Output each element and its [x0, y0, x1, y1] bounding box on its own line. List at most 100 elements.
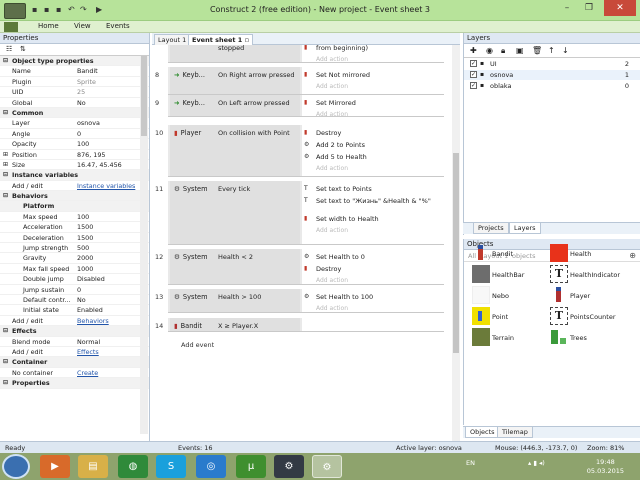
property-row[interactable]: Global No	[0, 98, 149, 108]
clock[interactable]: 19:48 05.03.2015	[587, 458, 624, 476]
sort-az-icon[interactable]: ⇅	[20, 45, 26, 53]
event-condition[interactable]: ➜ Keyb... On Right arrow pressed	[170, 67, 300, 94]
action-item[interactable]: from beginning)	[316, 45, 368, 52]
layer-row[interactable]: ✓ ▪ osnova 1	[464, 70, 640, 80]
delete-layer-icon[interactable]: 🗑︎	[532, 46, 542, 55]
property-row[interactable]: ⊞ Position 876, 195	[0, 150, 149, 160]
property-row[interactable]: ⊞ Size 16.47, 45.456	[0, 160, 149, 171]
properties-scrollbar[interactable]	[140, 56, 148, 434]
app-icon[interactable]: ◎	[196, 455, 226, 478]
event-block[interactable]: 12 ⚙ System Health < 2 ⚙ Set Health to 0 ▮ Dest…	[155, 249, 444, 285]
event-block[interactable]: 13 ⚙ System Health > 100 ⚙ Set Health to 100 A…	[155, 289, 444, 313]
add-action-link[interactable]: Add action	[316, 305, 348, 312]
add-event-link[interactable]: Add event	[181, 341, 214, 349]
lock-icon[interactable]: ▪	[480, 59, 484, 69]
action-item[interactable]: Destroy	[316, 129, 341, 137]
event-block[interactable]: 9 ➜ Keyb... On Left arrow pressed ▮ Set Mirro…	[155, 95, 444, 118]
close-button[interactable]: ✕	[604, 0, 636, 16]
event-condition[interactable]: stopped	[170, 45, 300, 62]
add-layer-icon[interactable]: ✚	[470, 46, 477, 55]
property-row[interactable]: Plugin Sprite	[0, 77, 149, 88]
property-row[interactable]: No container Create	[0, 368, 149, 379]
tab-event-sheet-1[interactable]: Event sheet 1 ▫	[188, 34, 253, 45]
start-button[interactable]	[2, 454, 30, 479]
property-value[interactable]: 100	[77, 139, 89, 149]
property-value[interactable]: osnova	[77, 118, 100, 128]
property-value[interactable]: 100	[77, 212, 89, 222]
event-condition[interactable]: ➜ Keyb... On Left arrow pressed	[170, 95, 300, 116]
action-item[interactable]: Destroy	[316, 265, 341, 273]
event-condition[interactable]: ⚙ System Health < 2	[170, 249, 300, 284]
event-block[interactable]: 10 ▮ Player On collision with Point ▮ Destroy…	[155, 125, 444, 177]
property-value[interactable]: 500	[77, 243, 89, 253]
event-sheet-scrollbar[interactable]	[452, 45, 460, 441]
property-row[interactable]: Add / edit Effects	[0, 347, 149, 358]
property-row[interactable]: Layer osnova	[0, 118, 149, 129]
steam-icon[interactable]: ⚙	[274, 455, 304, 478]
property-row[interactable]: Default contr... No	[0, 295, 149, 306]
property-section[interactable]: Platform	[0, 201, 149, 212]
language-indicator[interactable]: EN	[466, 459, 475, 467]
property-row[interactable]: UID 25	[0, 87, 149, 98]
property-value[interactable]: Create	[77, 368, 98, 378]
tab-layers[interactable]: Layers	[509, 223, 541, 234]
property-value[interactable]: Enabled	[77, 305, 103, 315]
eye-icon[interactable]: ◉	[486, 46, 493, 55]
action-item[interactable]: Set Not mirrored	[316, 71, 370, 79]
lock-icon[interactable]: ▪	[480, 70, 484, 80]
action-item[interactable]: Set width to Health	[316, 215, 379, 223]
collapse-icon[interactable]: ⊟	[3, 108, 8, 118]
action-item[interactable]: Set text to Points	[316, 185, 372, 193]
property-row[interactable]: Deceleration 1500	[0, 233, 149, 244]
restore-button[interactable]: ❐	[578, 0, 600, 16]
tab-objects[interactable]: Objects	[465, 427, 500, 438]
event-block[interactable]: 8 ➜ Keyb... On Right arrow pressed ▮ Set Not …	[155, 67, 444, 95]
collapse-icon[interactable]: ⊟	[3, 56, 8, 66]
property-value[interactable]: No	[77, 295, 86, 305]
lock-all-icon[interactable]: ▣	[516, 46, 524, 55]
add-action-link[interactable]: Add action	[316, 277, 348, 284]
object-item[interactable]: Trees	[544, 328, 629, 348]
expand-icon[interactable]: ⊞	[3, 150, 8, 160]
layer-visible-checkbox[interactable]: ✓	[470, 60, 477, 67]
collapse-icon[interactable]: ⊟	[3, 378, 8, 388]
categorized-icon[interactable]: ☷	[6, 45, 12, 53]
object-item[interactable]: T HealthIndicator	[544, 265, 629, 285]
property-value[interactable]: 2000	[77, 253, 93, 263]
property-row[interactable]: Acceleration 1500	[0, 222, 149, 233]
property-value[interactable]: 1500	[77, 233, 93, 243]
property-row[interactable]: Jump strength 500	[0, 243, 149, 254]
property-row[interactable]: Gravity 2000	[0, 253, 149, 264]
property-row[interactable]: Max fall speed 1000	[0, 264, 149, 275]
move-up-icon[interactable]: ↑	[548, 46, 555, 55]
property-row[interactable]: Opacity 100	[0, 139, 149, 150]
property-row[interactable]: Double jump Disabled	[0, 274, 149, 285]
add-object-icon[interactable]: ⊕	[629, 250, 636, 262]
object-item[interactable]: T PointsCounter	[544, 307, 629, 327]
action-item[interactable]: Set Health to 100	[316, 293, 373, 301]
event-block[interactable]: stopped ▮ from beginning) Add action	[168, 45, 444, 63]
object-item[interactable]: Player	[544, 286, 629, 306]
collapse-icon[interactable]: ⊟	[3, 326, 8, 336]
event-condition[interactable]: ⚙ System Health > 100	[170, 289, 300, 312]
object-item[interactable]: Health	[544, 244, 629, 264]
menu-events[interactable]: Events	[106, 22, 130, 30]
expand-icon[interactable]: ⊞	[3, 160, 8, 170]
close-tab-icon[interactable]: ▫	[245, 36, 249, 44]
property-section[interactable]: ⊟ Instance variables	[0, 170, 149, 181]
property-value[interactable]: 16.47, 45.456	[77, 160, 122, 170]
object-item[interactable]: Nebo	[466, 286, 551, 306]
tray-icons[interactable]: ▴ ▮ ◂)	[528, 459, 545, 467]
object-item[interactable]: Terrain	[466, 328, 551, 348]
skype-icon[interactable]: S	[156, 455, 186, 478]
minimize-button[interactable]: –	[556, 0, 578, 16]
property-row[interactable]: Angle 0	[0, 129, 149, 140]
layer-visible-checkbox[interactable]: ✓	[470, 71, 477, 78]
add-action-link[interactable]: Add action	[316, 227, 348, 234]
event-block[interactable]: 14 ▮ Bandit X ≥ Player.X	[155, 318, 444, 332]
layer-row[interactable]: ✓ ▪ UI 2	[464, 59, 640, 69]
media-player-icon[interactable]: ▶	[40, 455, 70, 478]
collapse-icon[interactable]: ⊟	[3, 191, 8, 201]
object-item[interactable]: Bandit	[466, 244, 551, 264]
property-row[interactable]: Add / edit Instance variables	[0, 181, 149, 192]
